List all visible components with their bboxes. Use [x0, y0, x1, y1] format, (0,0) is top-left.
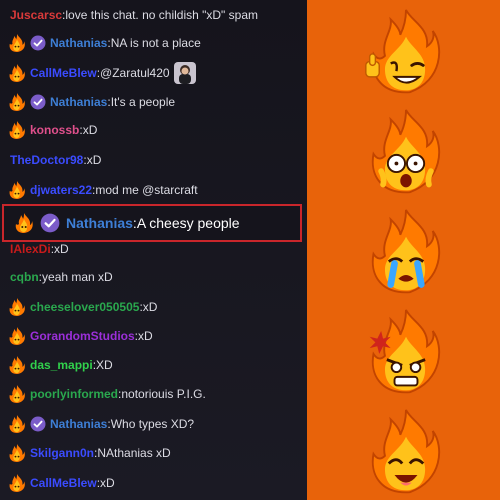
chat-message-text: It's a people — [110, 95, 176, 109]
chat-message: das_mappi: XD — [0, 354, 307, 376]
chat-message: poorlyinformed: notoriouis P.I.G. — [0, 383, 307, 405]
chat-message-text: xD — [100, 476, 115, 490]
chat-message-text: xD — [82, 123, 98, 137]
chat-message: Nathanias: Who types XD? — [0, 413, 307, 435]
chat-username[interactable]: IAlexDi — [10, 242, 51, 256]
highlighted-chat-message: Nathanias : A cheesy people — [2, 204, 302, 242]
flame-badge-icon — [8, 180, 26, 200]
flame-badge-icon — [8, 384, 26, 404]
flame-shocked-sticker — [362, 108, 450, 196]
chat-username[interactable]: djwaters22 — [30, 183, 92, 197]
chat-username[interactable]: Nathanias — [50, 95, 107, 109]
chat-message: cqbn: yeah man xD — [0, 266, 307, 288]
chat-username[interactable]: Nathanias — [66, 215, 133, 231]
chat-message: konossb: xD — [0, 119, 307, 141]
chat-message-text: @Zaratul420 — [100, 66, 170, 80]
chat-message-text: love this chat. no childish "xD" spam — [65, 8, 258, 22]
flame-thumbs-up-wink-sticker — [362, 8, 450, 96]
chat-username[interactable]: TheDoctor98 — [10, 153, 83, 167]
flame-badge-icon — [8, 120, 26, 140]
flame-angry-sticker — [362, 308, 450, 396]
chat-message-text: XD — [96, 358, 113, 372]
flame-badge-icon — [8, 355, 26, 375]
chat-message-text: yeah man xD — [42, 270, 113, 284]
flame-badge-icon — [8, 414, 26, 434]
verified-badge-icon — [30, 94, 46, 110]
chat-message-text: A cheesy people — [136, 215, 240, 231]
chat-message-text: notoriouis P.I.G. — [121, 387, 206, 401]
chat-panel: Juscarsc: love this chat. no childish "x… — [0, 0, 307, 500]
chat-username[interactable]: konossb — [30, 123, 79, 137]
chat-username[interactable]: CallMeBlew — [30, 476, 97, 490]
flame-badge-icon — [8, 33, 26, 53]
verified-badge-icon — [30, 35, 46, 51]
flame-badge-icon — [8, 326, 26, 346]
chat-username[interactable]: Skilgann0n — [30, 446, 94, 460]
chat-username[interactable]: poorlyinformed — [30, 387, 118, 401]
chat-message: CallMeBlew: xD — [0, 472, 307, 494]
flame-badge-icon — [8, 443, 26, 463]
chat-message-text: xD — [86, 153, 102, 167]
chat-message: TheDoctor98: xD — [0, 149, 307, 171]
verified-badge-icon — [30, 416, 46, 432]
flame-badge-icon — [8, 473, 26, 493]
chat-message: CallMeBlew: @Zaratul420 — [0, 62, 307, 84]
chat-username[interactable]: Nathanias — [50, 417, 107, 431]
chat-username[interactable]: Nathanias — [50, 36, 107, 50]
chat-message-text: Who types XD? — [110, 417, 195, 431]
chat-message: Juscarsc: love this chat. no childish "x… — [0, 4, 307, 26]
chat-username[interactable]: GorandomStudios — [30, 329, 135, 343]
chat-message-text: NAthanias xD — [97, 446, 171, 460]
flame-badge-icon — [8, 63, 26, 83]
flame-badge-icon — [8, 92, 26, 112]
flame-badge-icon — [8, 297, 26, 317]
chat-message-text: xD — [54, 242, 69, 256]
chat-message: djwaters22: mod me @starcraft — [0, 179, 307, 201]
chat-message: GorandomStudios: xD — [0, 325, 307, 347]
chat-message-text: xD — [142, 300, 158, 314]
emote-showcase-panel — [307, 0, 500, 500]
flame-badge-icon — [14, 212, 34, 234]
chat-username[interactable]: das_mappi — [30, 358, 93, 372]
chat-username[interactable]: Juscarsc — [10, 8, 62, 22]
chat-message: Nathanias: It's a people — [0, 91, 307, 113]
flame-happy-sticker — [362, 408, 450, 496]
chat-username[interactable]: CallMeBlew — [30, 66, 97, 80]
user-avatar-thumbnail — [173, 62, 196, 84]
flame-crying-sticker — [362, 208, 450, 296]
chat-message: cheeselover050505: xD — [0, 296, 307, 318]
verified-badge-icon — [40, 213, 60, 233]
chat-message: Skilgann0n: NAthanias xD — [0, 442, 307, 464]
chat-message-text: NA is not a place — [110, 36, 201, 50]
chat-username[interactable]: cheeselover050505 — [30, 300, 139, 314]
chat-message-text: xD — [138, 329, 153, 343]
chat-message: Nathanias: NA is not a place — [0, 32, 307, 54]
chat-username[interactable]: cqbn — [10, 270, 39, 284]
chat-message-text: mod me @starcraft — [95, 183, 198, 197]
